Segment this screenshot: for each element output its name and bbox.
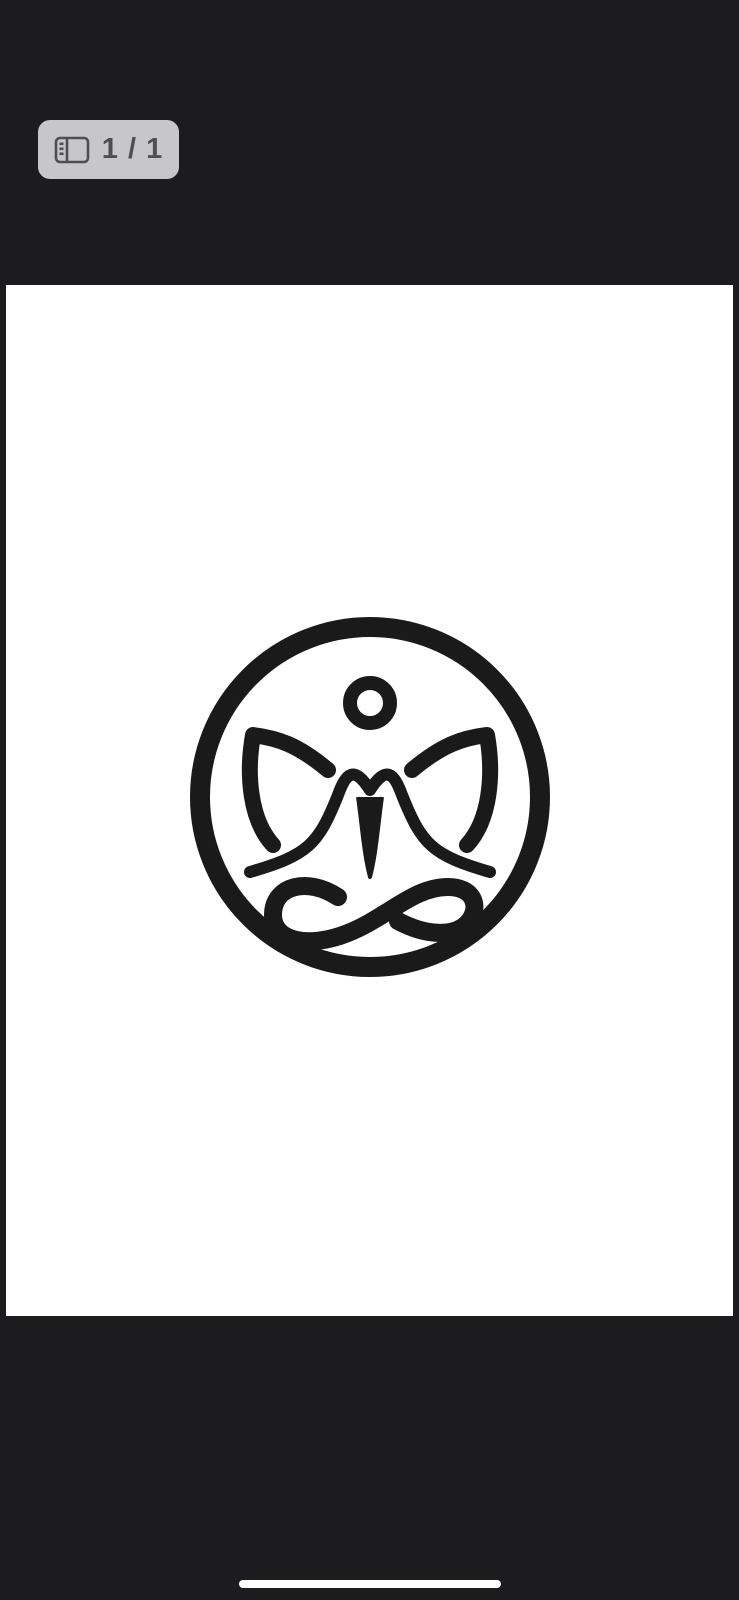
home-indicator[interactable] [239, 1580, 501, 1588]
document-page[interactable] [6, 285, 733, 1316]
sidebar-icon [54, 136, 90, 164]
meditation-lotus-logo [188, 615, 552, 979]
page-indicator-button[interactable]: 1 / 1 [38, 120, 179, 179]
pdf-viewer-screen: 1 / 1 [0, 0, 739, 1600]
page-count-label: 1 / 1 [101, 133, 164, 165]
